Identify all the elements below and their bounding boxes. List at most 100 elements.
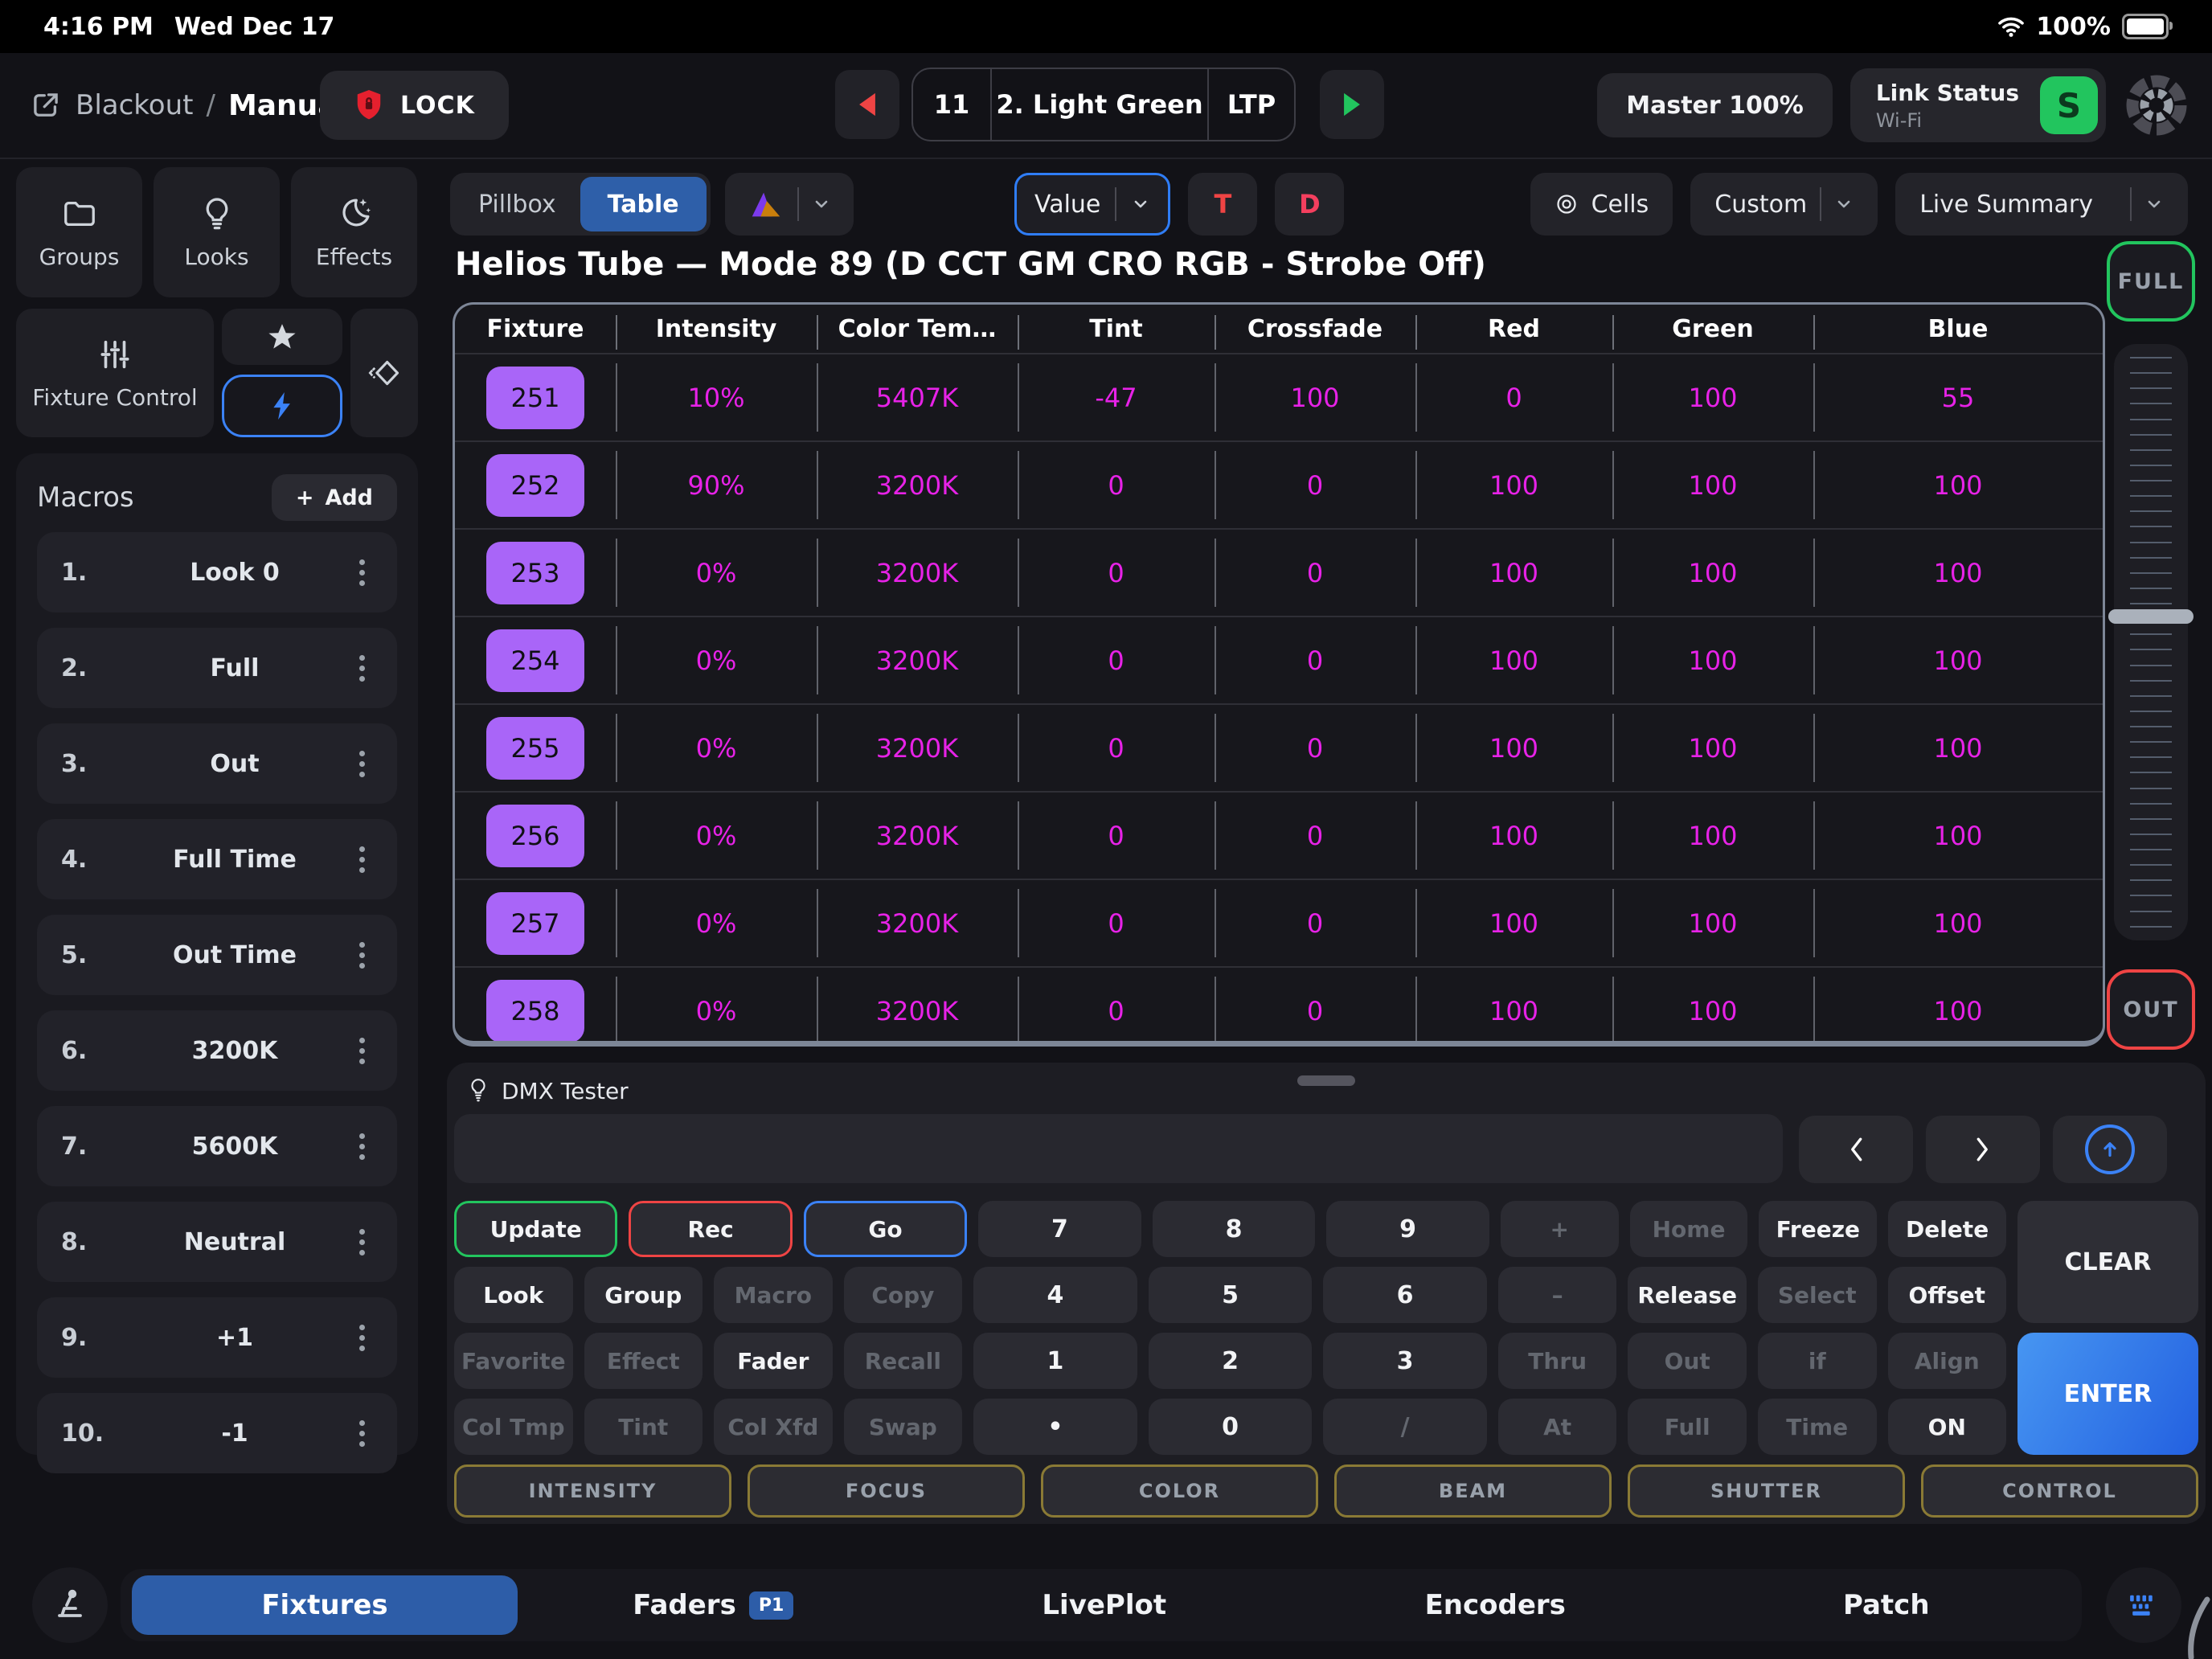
table-cell[interactable]: 0	[1415, 354, 1612, 440]
macro-menu-icon[interactable]	[346, 846, 378, 873]
joystick-button[interactable]	[32, 1567, 108, 1643]
key-9[interactable]: 9	[1326, 1201, 1489, 1257]
table-cell[interactable]: 0	[1018, 793, 1215, 879]
category-color[interactable]: COLOR	[1041, 1464, 1318, 1518]
table-cell[interactable]: 100	[1415, 617, 1612, 703]
table-cell[interactable]: 3200K	[817, 880, 1018, 966]
table-cell[interactable]: 100	[1612, 354, 1813, 440]
macro-menu-icon[interactable]	[346, 1133, 378, 1160]
cue-priority-mode[interactable]: LTP	[1207, 69, 1294, 140]
table-cell[interactable]: 3200K	[817, 530, 1018, 616]
macro-item-3200k[interactable]: 6.3200K	[37, 1010, 397, 1091]
cue-number[interactable]: 11	[913, 69, 990, 140]
key-8[interactable]: 8	[1153, 1201, 1316, 1257]
table-cell[interactable]: 100	[1612, 442, 1813, 528]
master-fader[interactable]	[2114, 344, 2188, 940]
delay-toggle-button[interactable]: D	[1275, 173, 1344, 236]
macro-item-1[interactable]: 9.+1	[37, 1297, 397, 1378]
table-cell[interactable]: 100	[1215, 354, 1415, 440]
fixture-id-pill[interactable]: 258	[486, 980, 584, 1043]
table-cell[interactable]: 100	[1813, 705, 2103, 791]
key-align[interactable]: Align	[1888, 1333, 2007, 1389]
key-fader[interactable]: Fader	[714, 1333, 833, 1389]
key-1[interactable]: 1	[973, 1333, 1137, 1389]
macro-menu-icon[interactable]	[346, 1325, 378, 1351]
table-cell[interactable]: 0	[1215, 968, 1415, 1047]
macro-item-neutral[interactable]: 8.Neutral	[37, 1202, 397, 1282]
table-cell[interactable]: 0%	[616, 793, 817, 879]
key-2[interactable]: 2	[1149, 1333, 1313, 1389]
master-level-button[interactable]: Master 100%	[1597, 73, 1833, 137]
table-cell[interactable]: 100	[1813, 617, 2103, 703]
table-cell[interactable]: 3200K	[817, 793, 1018, 879]
key-delete[interactable]: Delete	[1888, 1201, 2006, 1257]
table-cell[interactable]: 0	[1215, 880, 1415, 966]
key-update[interactable]: Update	[454, 1201, 617, 1257]
table-cell[interactable]: 100	[1813, 880, 2103, 966]
key-dot[interactable]: +	[1501, 1201, 1619, 1257]
nav-tab-encoders[interactable]: Encoders	[1300, 1589, 1691, 1621]
full-button[interactable]: FULL	[2107, 241, 2195, 322]
macro-item-look-0[interactable]: 1.Look 0	[37, 532, 397, 612]
table-cell[interactable]: 0	[1018, 530, 1215, 616]
macro-item-out[interactable]: 3.Out	[37, 723, 397, 804]
key-home[interactable]: Home	[1630, 1201, 1748, 1257]
nav-tab-fixtures[interactable]: Fixtures	[132, 1575, 518, 1635]
table-cell[interactable]: 3200K	[817, 442, 1018, 528]
table-cell[interactable]: -47	[1018, 354, 1215, 440]
table-cell[interactable]: 100	[1415, 793, 1612, 879]
table-cell[interactable]: 0%	[616, 968, 817, 1047]
macro-menu-icon[interactable]	[346, 559, 378, 586]
key-offset[interactable]: Offset	[1888, 1267, 2007, 1323]
cells-toggle-button[interactable]: Cells	[1530, 173, 1673, 236]
quick-actions-tab-button[interactable]	[222, 375, 342, 437]
key-favorite[interactable]: Favorite	[454, 1333, 573, 1389]
category-beam[interactable]: BEAM	[1334, 1464, 1612, 1518]
table-cell[interactable]: 5407K	[817, 354, 1018, 440]
timing-toggle-button[interactable]: T	[1188, 173, 1257, 236]
category-control[interactable]: CONTROL	[1921, 1464, 2198, 1518]
fixture-id-pill[interactable]: 253	[486, 542, 584, 604]
fixture-id-pill[interactable]: 257	[486, 892, 584, 955]
command-line-input[interactable]	[454, 1114, 1783, 1183]
table-cell[interactable]: 100	[1415, 442, 1612, 528]
favorites-tab-button[interactable]	[222, 309, 342, 365]
table-cell[interactable]: 100	[1612, 530, 1813, 616]
key-freeze[interactable]: Freeze	[1759, 1201, 1877, 1257]
macro-menu-icon[interactable]	[346, 942, 378, 969]
key-copy[interactable]: Copy	[844, 1267, 963, 1323]
presets-tab-button[interactable]	[350, 309, 418, 437]
table-cell[interactable]: 100	[1415, 968, 1612, 1047]
key-0[interactable]: 0	[1149, 1399, 1313, 1455]
cue-display[interactable]: 11 2. Light Green LTP	[911, 68, 1296, 141]
key-3[interactable]: 3	[1323, 1333, 1487, 1389]
key-thru[interactable]: Thru	[1498, 1333, 1617, 1389]
cue-go-button[interactable]	[1320, 70, 1384, 139]
table-cell[interactable]: 3200K	[817, 705, 1018, 791]
macro-menu-icon[interactable]	[346, 655, 378, 682]
enter-button[interactable]: ENTER	[2017, 1333, 2198, 1455]
add-macro-button[interactable]: + Add	[272, 474, 397, 521]
table-cell[interactable]: 0	[1018, 880, 1215, 966]
table-cell[interactable]: 100	[1813, 530, 2103, 616]
nav-tab-faders[interactable]: Faders P1	[518, 1589, 909, 1621]
table-cell[interactable]: 0	[1215, 617, 1415, 703]
table-cell[interactable]: 100	[1813, 442, 2103, 528]
table-cell[interactable]: 100	[1612, 793, 1813, 879]
key-select[interactable]: Select	[1758, 1267, 1877, 1323]
table-cell[interactable]: 100	[1612, 705, 1813, 791]
cue-name[interactable]: 2. Light Green	[990, 69, 1207, 140]
table-cell[interactable]: 0	[1215, 442, 1415, 528]
key-tint[interactable]: Tint	[584, 1399, 703, 1455]
pillbox-view-tab[interactable]: Pillbox	[454, 190, 580, 219]
key-dot[interactable]: /	[1323, 1399, 1487, 1455]
key-time[interactable]: Time	[1758, 1399, 1877, 1455]
key-dot[interactable]: –	[1498, 1267, 1617, 1323]
table-cell[interactable]: 90%	[616, 442, 817, 528]
summary-mode-dropdown[interactable]: Live Summary	[1895, 173, 2188, 236]
key-effect[interactable]: Effect	[584, 1333, 703, 1389]
table-cell[interactable]: 100	[1415, 880, 1612, 966]
key-on[interactable]: ON	[1888, 1399, 2007, 1455]
out-button[interactable]: OUT	[2107, 969, 2195, 1050]
key-release[interactable]: Release	[1628, 1267, 1747, 1323]
